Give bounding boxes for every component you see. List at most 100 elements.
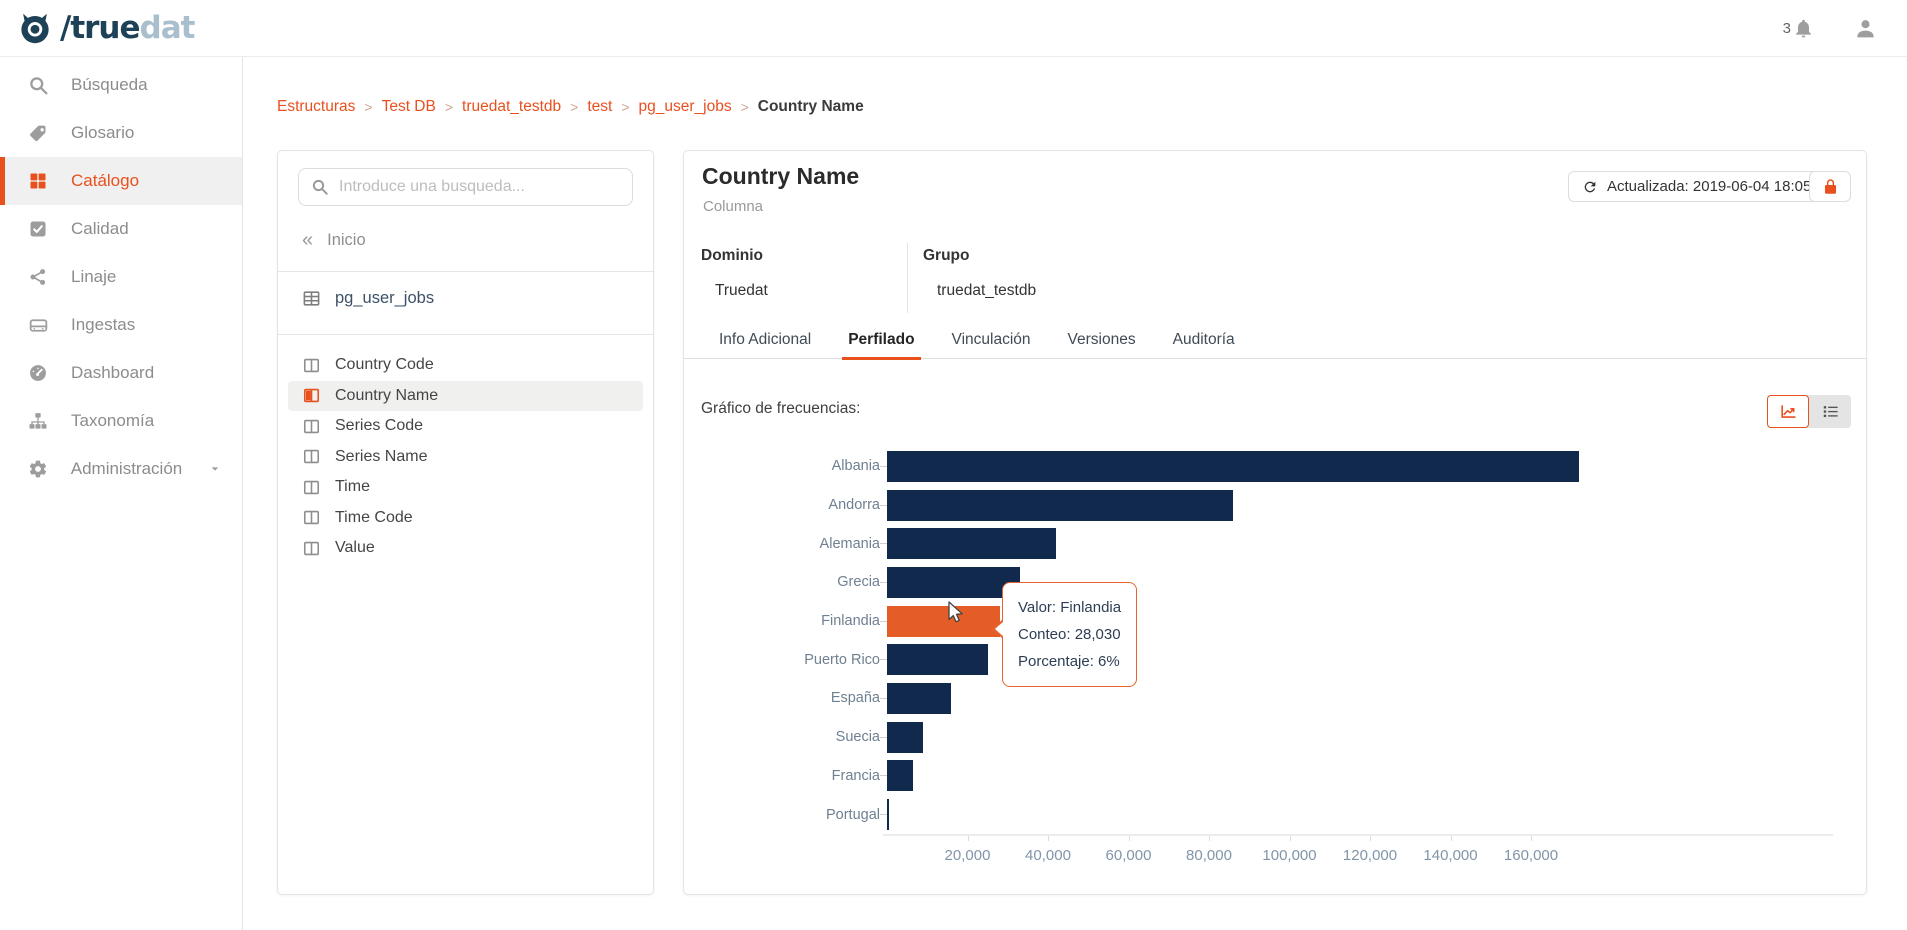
x-axis-tick-label: 60,000	[1105, 847, 1152, 864]
chart-row: España	[684, 679, 1849, 718]
column-item-country-name[interactable]: Country Name	[288, 380, 643, 411]
chart-heading: Gráfico de frecuencias:	[701, 400, 861, 417]
sidebar-item-label: Calidad	[71, 219, 129, 238]
breadcrumb-separator: >	[621, 99, 630, 115]
column-item-time[interactable]: Time	[288, 472, 643, 503]
tab-versiones[interactable]: Versiones	[1068, 331, 1136, 358]
sidebar-item-label: Búsqueda	[71, 75, 148, 94]
tab-vinculacion[interactable]: Vinculación	[952, 331, 1031, 358]
column-item-label: Time	[335, 478, 370, 496]
back-to-home-link[interactable]: « Inicio	[302, 229, 366, 252]
frequency-bar-chart: Albania Andorra Alemania Grecia Finlandia Pue…	[684, 447, 1849, 834]
column-icon	[302, 508, 321, 527]
field-value-grupo: truedat_testdb	[937, 282, 1037, 299]
column-item-label: Time Code	[335, 508, 413, 526]
chart-category-label: Grecia	[837, 574, 880, 591]
sidebar-item-taxonomia[interactable]: Taxonomía	[0, 397, 242, 445]
truedat-logo[interactable]: /truedat	[0, 9, 195, 47]
chart-view-toggle	[1767, 395, 1851, 428]
double-chevron-left-icon: «	[302, 229, 314, 251]
column-item-series-code[interactable]: Series Code	[288, 411, 643, 442]
breadcrumb-link-pg-user-jobs[interactable]: pg_user_jobs	[639, 98, 732, 116]
gauge-icon	[27, 363, 49, 383]
sidebar-item-administracion[interactable]: Administración	[0, 445, 242, 493]
sidebar-item-glosario[interactable]: Glosario	[0, 109, 242, 157]
chart-category-label: Suecia	[835, 729, 880, 746]
sidebar-item-busqueda[interactable]: Búsqueda	[0, 61, 242, 109]
column-item-series-name[interactable]: Series Name	[288, 442, 643, 473]
field-label-grupo: Grupo	[923, 247, 970, 264]
refresh-updated-button[interactable]: Actualizada: 2019-06-04 18:05	[1568, 171, 1826, 202]
top-header: /truedat 3	[0, 0, 1907, 57]
chart-bar-albania[interactable]	[887, 450, 1579, 482]
chart-bar-andorra[interactable]	[887, 489, 1233, 521]
tab-auditoria[interactable]: Auditoría	[1173, 331, 1235, 358]
breadcrumb-link-test[interactable]: test	[587, 98, 612, 116]
column-item-label: Series Name	[335, 447, 428, 465]
sidebar-item-label: Catálogo	[71, 171, 140, 190]
chart-category-label: Francia	[831, 767, 880, 784]
sitemap-icon	[27, 411, 49, 431]
x-axis-tick-label: 80,000	[1186, 847, 1232, 864]
chart-category-tick	[880, 620, 887, 622]
page-title: Country Name	[702, 163, 860, 189]
breadcrumb-link-truedat-testdb[interactable]: truedat_testdb	[462, 98, 561, 116]
user-menu-icon[interactable]	[1854, 17, 1877, 40]
x-axis-tick	[1450, 836, 1452, 841]
chart-category-tick	[880, 775, 887, 777]
chart-bar-francia[interactable]	[887, 760, 913, 792]
column-item-time-code[interactable]: Time Code	[288, 503, 643, 534]
column-item-value[interactable]: Value	[288, 533, 643, 564]
sidebar-item-calidad[interactable]: Calidad	[0, 205, 242, 253]
chart-category-tick	[880, 659, 887, 661]
list-view-button[interactable]	[1809, 395, 1851, 428]
notifications-button[interactable]: 3	[1783, 18, 1814, 39]
lock-button[interactable]	[1809, 171, 1851, 202]
chart-bar-alemania[interactable]	[887, 528, 1056, 560]
chart-bar-espana[interactable]	[887, 682, 951, 714]
sidebar-item-ingestas[interactable]: Ingestas	[0, 301, 242, 349]
logo-wordmark: /truedat	[60, 10, 195, 46]
column-item-country-code[interactable]: Country Code	[288, 350, 643, 381]
chart-row: Albania	[684, 447, 1849, 486]
structure-type-label: Columna	[703, 198, 764, 215]
chart-bar-grecia[interactable]	[887, 566, 1020, 598]
breadcrumb-separator: >	[740, 99, 749, 115]
chart-bar-puerto-rico[interactable]	[887, 644, 988, 676]
chart-bar-suecia[interactable]	[887, 721, 923, 753]
detail-tabs: Info Adicional Perfilado Vinculación Versio…	[684, 331, 1866, 360]
search-icon	[311, 178, 329, 196]
sidebar-item-linaje[interactable]: Linaje	[0, 253, 242, 301]
column-item-label: Value	[335, 539, 375, 557]
breadcrumb-link-test-db[interactable]: Test DB	[382, 98, 436, 116]
breadcrumb-link-estructuras[interactable]: Estructuras	[277, 98, 355, 116]
chart-row: Portugal	[684, 795, 1849, 834]
check-square-icon	[27, 219, 49, 239]
structure-search-box	[298, 168, 633, 206]
chart-category-tick	[880, 504, 887, 506]
column-icon	[302, 447, 321, 466]
chart-bar-portugal[interactable]	[887, 799, 889, 831]
breadcrumb-separator: >	[444, 99, 454, 115]
chart-row: Alemania	[684, 524, 1849, 563]
tab-perfilado[interactable]: Perfilado	[842, 331, 921, 360]
chart-view-button[interactable]	[1767, 395, 1809, 428]
sidebar-item-label: Linaje	[71, 267, 117, 286]
column-icon	[302, 417, 321, 436]
x-axis-tick	[967, 836, 969, 841]
chart-category-label: Alemania	[819, 535, 880, 552]
column-icon	[302, 356, 321, 375]
x-axis-tick-label: 120,000	[1342, 847, 1398, 864]
sidebar-item-dashboard[interactable]: Dashboard	[0, 349, 242, 397]
x-axis-tick	[1289, 836, 1291, 841]
structure-search-input[interactable]	[339, 178, 620, 196]
sidebar-item-catalogo[interactable]: Catálogo	[0, 157, 242, 205]
table-item-pg-user-jobs[interactable]: pg_user_jobs	[302, 289, 434, 308]
table-name-label: pg_user_jobs	[335, 289, 435, 307]
gear-icon	[27, 459, 49, 479]
x-axis-tick	[1209, 836, 1210, 841]
list-icon	[1821, 402, 1840, 421]
structure-navigator-panel: « Inicio pg_user_jobs Country CodeCountr…	[277, 150, 654, 895]
sidebar-item-label: Glosario	[71, 123, 135, 142]
tab-info-adicional[interactable]: Info Adicional	[719, 331, 811, 358]
